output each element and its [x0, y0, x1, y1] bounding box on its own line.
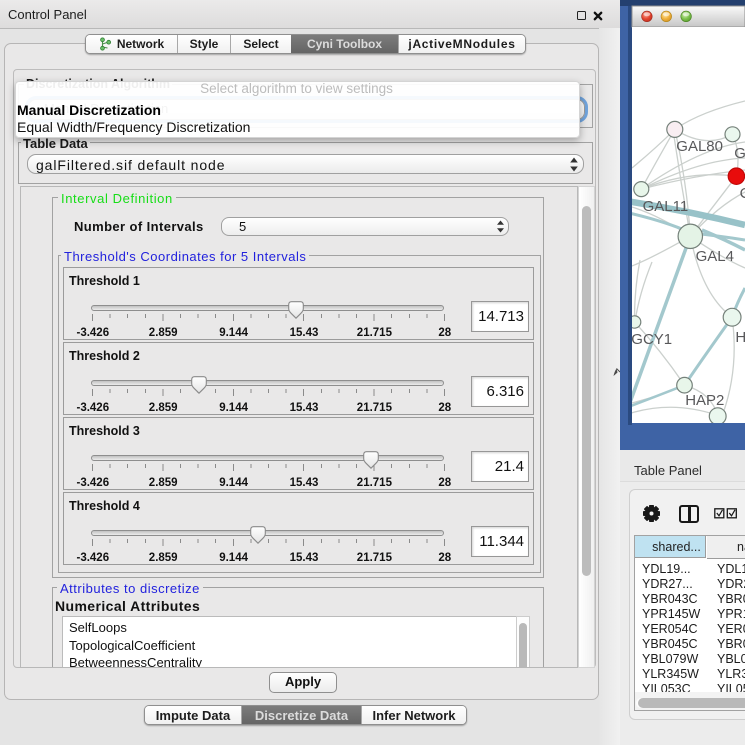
svg-text:GAL4: GAL4 — [696, 248, 734, 265]
svg-text:GAL11: GAL11 — [643, 198, 689, 215]
svg-text:HAP2: HAP2 — [685, 392, 724, 409]
svg-text:H: H — [735, 329, 745, 346]
svg-text:GAL80: GAL80 — [676, 138, 723, 155]
svg-text:C: C — [740, 185, 745, 202]
svg-text:GCY1: GCY1 — [631, 331, 672, 348]
svg-text:G.: G. — [734, 145, 745, 162]
